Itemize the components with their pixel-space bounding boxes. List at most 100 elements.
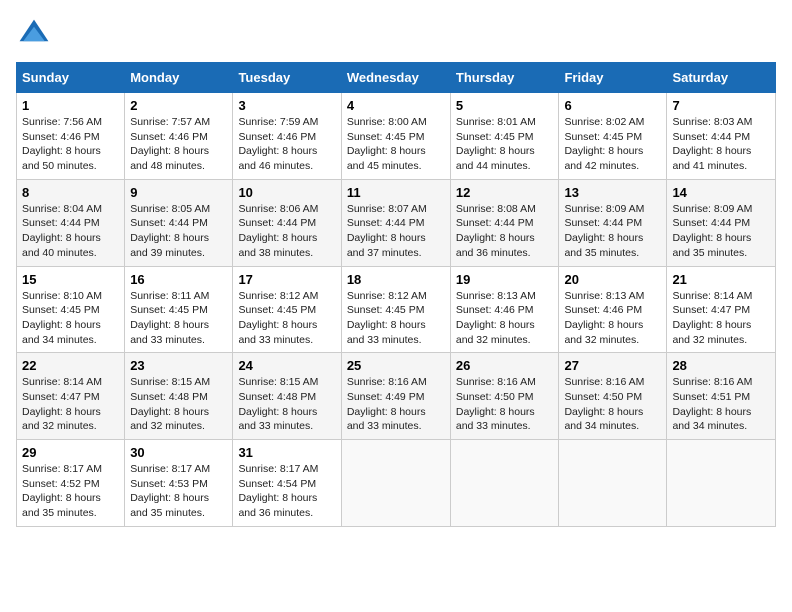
- day-number: 29: [22, 445, 119, 460]
- day-cell: 31 Sunrise: 8:17 AM Sunset: 4:54 PM Dayl…: [233, 440, 341, 527]
- day-info: Sunrise: 7:56 AM Sunset: 4:46 PM Dayligh…: [22, 115, 119, 174]
- header-cell-sunday: Sunday: [17, 63, 125, 93]
- day-cell: 13 Sunrise: 8:09 AM Sunset: 4:44 PM Dayl…: [559, 179, 667, 266]
- day-number: 4: [347, 98, 445, 113]
- day-number: 5: [456, 98, 554, 113]
- day-cell: 4 Sunrise: 8:00 AM Sunset: 4:45 PM Dayli…: [341, 93, 450, 180]
- day-number: 19: [456, 272, 554, 287]
- day-number: 28: [672, 358, 770, 373]
- day-cell: [450, 440, 559, 527]
- day-cell: 30 Sunrise: 8:17 AM Sunset: 4:53 PM Dayl…: [125, 440, 233, 527]
- day-number: 9: [130, 185, 227, 200]
- day-info: Sunrise: 8:17 AM Sunset: 4:54 PM Dayligh…: [238, 462, 335, 521]
- day-cell: 6 Sunrise: 8:02 AM Sunset: 4:45 PM Dayli…: [559, 93, 667, 180]
- day-number: 20: [564, 272, 661, 287]
- logo: [16, 16, 58, 52]
- header-cell-thursday: Thursday: [450, 63, 559, 93]
- day-number: 14: [672, 185, 770, 200]
- day-number: 16: [130, 272, 227, 287]
- day-cell: 5 Sunrise: 8:01 AM Sunset: 4:45 PM Dayli…: [450, 93, 559, 180]
- day-number: 18: [347, 272, 445, 287]
- week-row-2: 8 Sunrise: 8:04 AM Sunset: 4:44 PM Dayli…: [17, 179, 776, 266]
- day-cell: 16 Sunrise: 8:11 AM Sunset: 4:45 PM Dayl…: [125, 266, 233, 353]
- header-cell-saturday: Saturday: [667, 63, 776, 93]
- day-info: Sunrise: 8:08 AM Sunset: 4:44 PM Dayligh…: [456, 202, 554, 261]
- day-info: Sunrise: 7:59 AM Sunset: 4:46 PM Dayligh…: [238, 115, 335, 174]
- day-number: 13: [564, 185, 661, 200]
- day-info: Sunrise: 8:09 AM Sunset: 4:44 PM Dayligh…: [564, 202, 661, 261]
- day-number: 17: [238, 272, 335, 287]
- day-info: Sunrise: 8:14 AM Sunset: 4:47 PM Dayligh…: [672, 289, 770, 348]
- day-number: 25: [347, 358, 445, 373]
- week-row-1: 1 Sunrise: 7:56 AM Sunset: 4:46 PM Dayli…: [17, 93, 776, 180]
- header-cell-friday: Friday: [559, 63, 667, 93]
- day-info: Sunrise: 8:10 AM Sunset: 4:45 PM Dayligh…: [22, 289, 119, 348]
- day-cell: 9 Sunrise: 8:05 AM Sunset: 4:44 PM Dayli…: [125, 179, 233, 266]
- day-cell: 1 Sunrise: 7:56 AM Sunset: 4:46 PM Dayli…: [17, 93, 125, 180]
- day-number: 3: [238, 98, 335, 113]
- day-info: Sunrise: 8:16 AM Sunset: 4:50 PM Dayligh…: [456, 375, 554, 434]
- day-number: 6: [564, 98, 661, 113]
- day-info: Sunrise: 8:13 AM Sunset: 4:46 PM Dayligh…: [564, 289, 661, 348]
- day-number: 7: [672, 98, 770, 113]
- day-info: Sunrise: 8:16 AM Sunset: 4:51 PM Dayligh…: [672, 375, 770, 434]
- week-row-5: 29 Sunrise: 8:17 AM Sunset: 4:52 PM Dayl…: [17, 440, 776, 527]
- header-cell-wednesday: Wednesday: [341, 63, 450, 93]
- day-info: Sunrise: 8:04 AM Sunset: 4:44 PM Dayligh…: [22, 202, 119, 261]
- calendar-body: 1 Sunrise: 7:56 AM Sunset: 4:46 PM Dayli…: [17, 93, 776, 527]
- day-cell: 11 Sunrise: 8:07 AM Sunset: 4:44 PM Dayl…: [341, 179, 450, 266]
- day-cell: [667, 440, 776, 527]
- day-cell: 23 Sunrise: 8:15 AM Sunset: 4:48 PM Dayl…: [125, 353, 233, 440]
- day-info: Sunrise: 7:57 AM Sunset: 4:46 PM Dayligh…: [130, 115, 227, 174]
- header-cell-monday: Monday: [125, 63, 233, 93]
- day-number: 22: [22, 358, 119, 373]
- day-number: 11: [347, 185, 445, 200]
- day-cell: 26 Sunrise: 8:16 AM Sunset: 4:50 PM Dayl…: [450, 353, 559, 440]
- day-info: Sunrise: 8:00 AM Sunset: 4:45 PM Dayligh…: [347, 115, 445, 174]
- day-info: Sunrise: 8:11 AM Sunset: 4:45 PM Dayligh…: [130, 289, 227, 348]
- day-cell: 12 Sunrise: 8:08 AM Sunset: 4:44 PM Dayl…: [450, 179, 559, 266]
- day-cell: 21 Sunrise: 8:14 AM Sunset: 4:47 PM Dayl…: [667, 266, 776, 353]
- day-info: Sunrise: 8:16 AM Sunset: 4:50 PM Dayligh…: [564, 375, 661, 434]
- day-info: Sunrise: 8:12 AM Sunset: 4:45 PM Dayligh…: [347, 289, 445, 348]
- day-cell: 24 Sunrise: 8:15 AM Sunset: 4:48 PM Dayl…: [233, 353, 341, 440]
- calendar-table: SundayMondayTuesdayWednesdayThursdayFrid…: [16, 62, 776, 527]
- day-cell: [559, 440, 667, 527]
- day-info: Sunrise: 8:17 AM Sunset: 4:52 PM Dayligh…: [22, 462, 119, 521]
- day-info: Sunrise: 8:07 AM Sunset: 4:44 PM Dayligh…: [347, 202, 445, 261]
- day-cell: 29 Sunrise: 8:17 AM Sunset: 4:52 PM Dayl…: [17, 440, 125, 527]
- day-number: 1: [22, 98, 119, 113]
- day-number: 27: [564, 358, 661, 373]
- day-number: 8: [22, 185, 119, 200]
- day-number: 26: [456, 358, 554, 373]
- day-info: Sunrise: 8:15 AM Sunset: 4:48 PM Dayligh…: [130, 375, 227, 434]
- day-info: Sunrise: 8:09 AM Sunset: 4:44 PM Dayligh…: [672, 202, 770, 261]
- calendar-header: SundayMondayTuesdayWednesdayThursdayFrid…: [17, 63, 776, 93]
- day-number: 10: [238, 185, 335, 200]
- day-number: 30: [130, 445, 227, 460]
- day-info: Sunrise: 8:13 AM Sunset: 4:46 PM Dayligh…: [456, 289, 554, 348]
- day-cell: 3 Sunrise: 7:59 AM Sunset: 4:46 PM Dayli…: [233, 93, 341, 180]
- day-cell: 10 Sunrise: 8:06 AM Sunset: 4:44 PM Dayl…: [233, 179, 341, 266]
- logo-icon: [16, 16, 52, 52]
- day-number: 24: [238, 358, 335, 373]
- day-cell: 8 Sunrise: 8:04 AM Sunset: 4:44 PM Dayli…: [17, 179, 125, 266]
- day-cell: 27 Sunrise: 8:16 AM Sunset: 4:50 PM Dayl…: [559, 353, 667, 440]
- day-info: Sunrise: 8:16 AM Sunset: 4:49 PM Dayligh…: [347, 375, 445, 434]
- day-number: 15: [22, 272, 119, 287]
- week-row-4: 22 Sunrise: 8:14 AM Sunset: 4:47 PM Dayl…: [17, 353, 776, 440]
- day-number: 23: [130, 358, 227, 373]
- day-cell: 7 Sunrise: 8:03 AM Sunset: 4:44 PM Dayli…: [667, 93, 776, 180]
- day-number: 12: [456, 185, 554, 200]
- day-cell: 20 Sunrise: 8:13 AM Sunset: 4:46 PM Dayl…: [559, 266, 667, 353]
- day-info: Sunrise: 8:01 AM Sunset: 4:45 PM Dayligh…: [456, 115, 554, 174]
- day-cell: 22 Sunrise: 8:14 AM Sunset: 4:47 PM Dayl…: [17, 353, 125, 440]
- day-cell: 28 Sunrise: 8:16 AM Sunset: 4:51 PM Dayl…: [667, 353, 776, 440]
- day-cell: [341, 440, 450, 527]
- day-info: Sunrise: 8:14 AM Sunset: 4:47 PM Dayligh…: [22, 375, 119, 434]
- day-cell: 18 Sunrise: 8:12 AM Sunset: 4:45 PM Dayl…: [341, 266, 450, 353]
- day-cell: 14 Sunrise: 8:09 AM Sunset: 4:44 PM Dayl…: [667, 179, 776, 266]
- day-cell: 2 Sunrise: 7:57 AM Sunset: 4:46 PM Dayli…: [125, 93, 233, 180]
- day-info: Sunrise: 8:02 AM Sunset: 4:45 PM Dayligh…: [564, 115, 661, 174]
- week-row-3: 15 Sunrise: 8:10 AM Sunset: 4:45 PM Dayl…: [17, 266, 776, 353]
